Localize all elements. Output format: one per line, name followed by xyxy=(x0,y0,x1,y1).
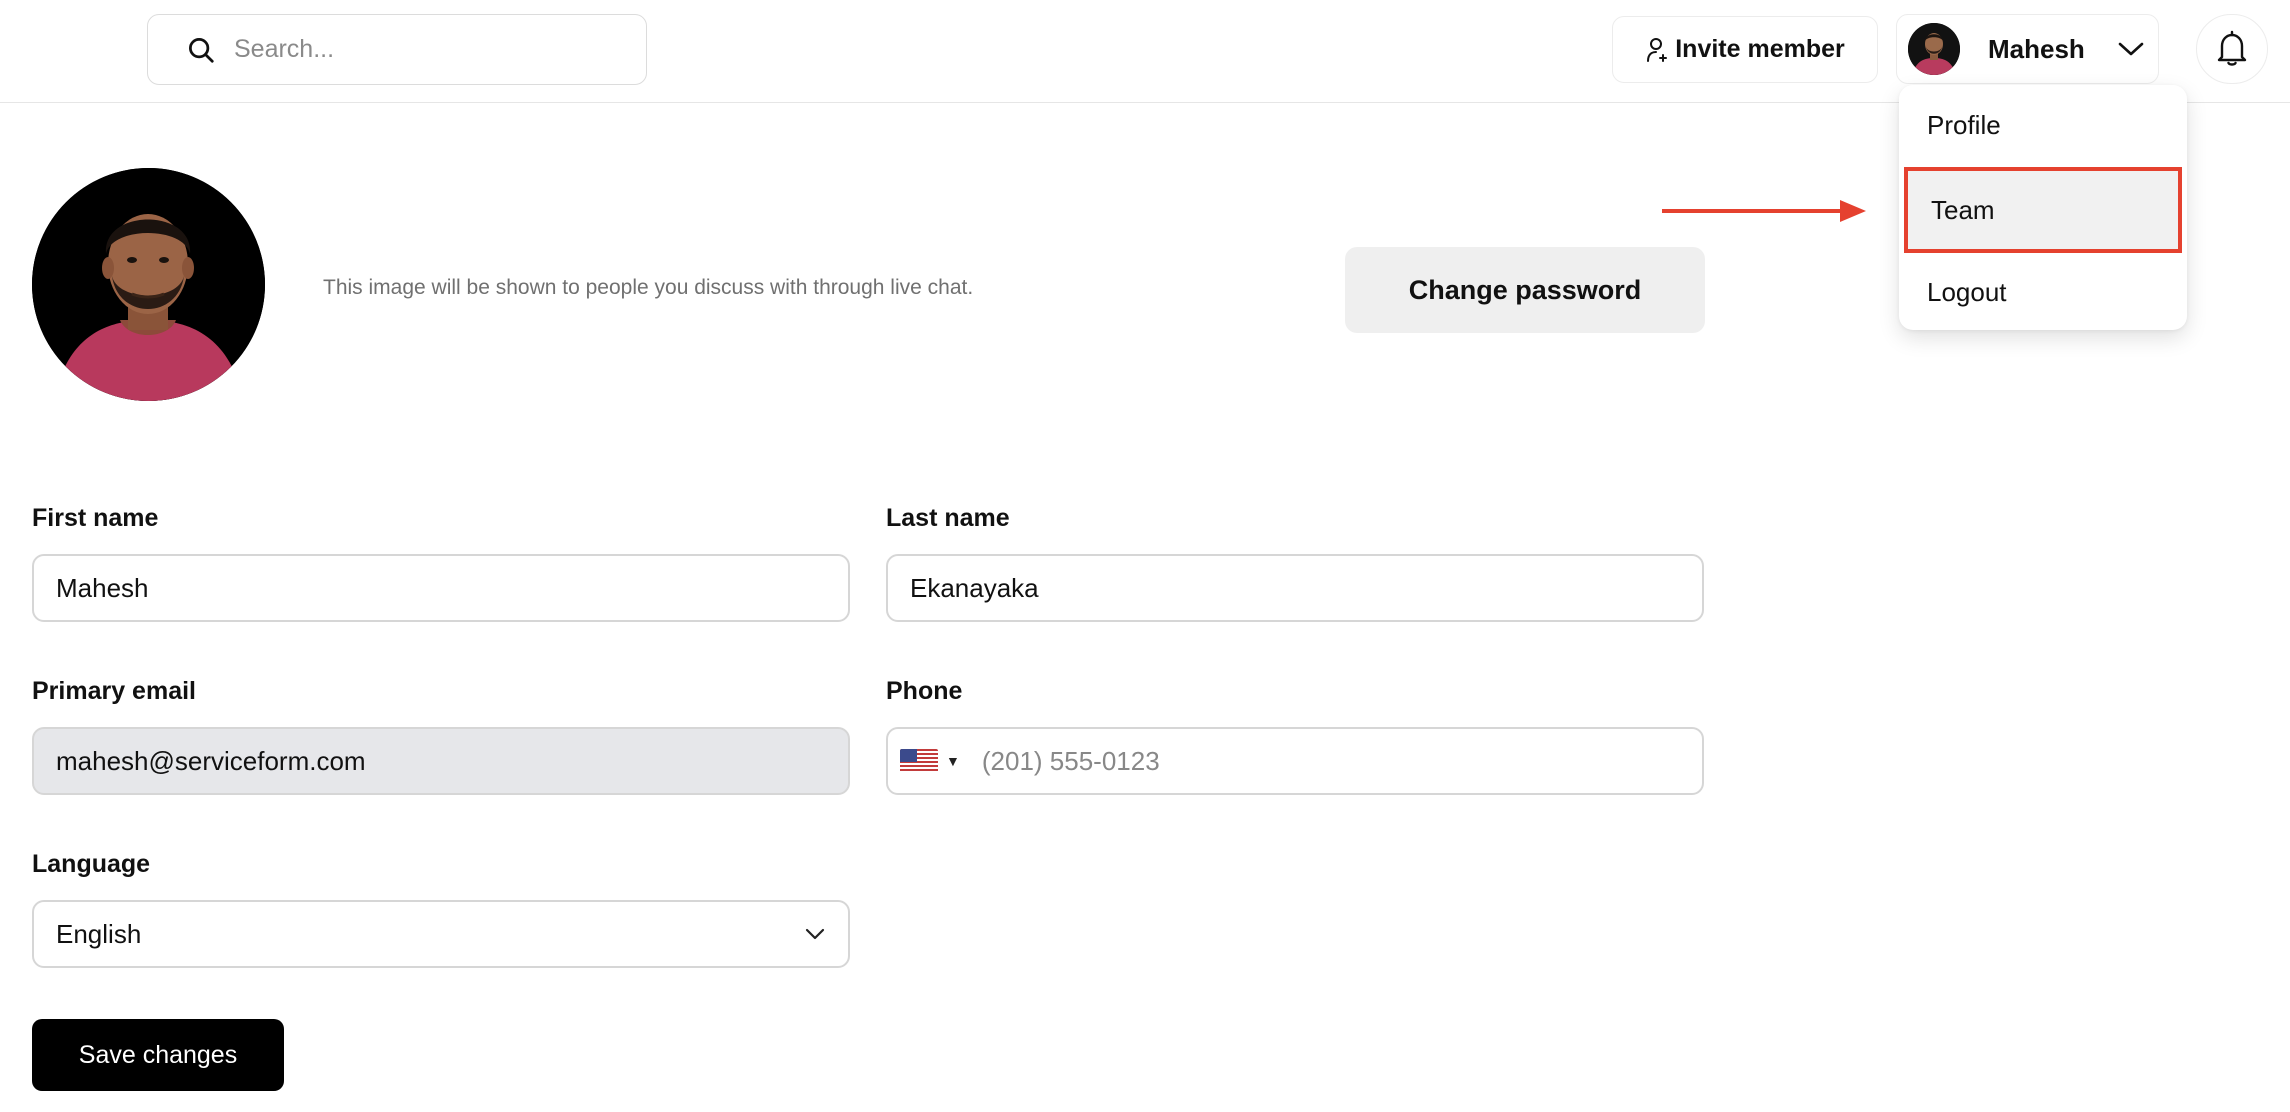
language-select[interactable]: English xyxy=(32,900,850,968)
user-name: Mahesh xyxy=(1988,33,2085,64)
search-icon xyxy=(189,37,214,63)
invite-member-label: Invite member xyxy=(1675,35,1845,63)
menu-item-profile[interactable]: Profile xyxy=(1899,85,2187,165)
language-label: Language xyxy=(32,850,151,878)
user-plus-icon xyxy=(1647,37,1668,62)
bell-icon xyxy=(2217,30,2247,66)
us-flag-icon[interactable] xyxy=(900,749,938,773)
chevron-down-icon xyxy=(2118,42,2144,56)
avatar-hint-text: This image will be shown to people you d… xyxy=(323,276,974,299)
menu-item-label: Logout xyxy=(1927,276,2007,307)
phone-input[interactable] xyxy=(981,745,1702,777)
menu-item-logout[interactable]: Logout xyxy=(1899,252,2187,332)
phone-label: Phone xyxy=(886,677,963,705)
menu-item-team[interactable]: Team xyxy=(1904,167,2182,253)
profile-avatar[interactable] xyxy=(32,168,265,401)
search-box[interactable] xyxy=(147,14,647,85)
first-name-label: First name xyxy=(32,504,159,532)
annotation-arrow xyxy=(1662,200,1866,222)
last-name-label: Last name xyxy=(886,504,1010,532)
user-menu-button[interactable]: Mahesh xyxy=(1896,14,2159,84)
first-name-field[interactable] xyxy=(32,554,850,622)
notifications-button[interactable] xyxy=(2196,14,2268,84)
avatar xyxy=(1908,23,1960,75)
change-password-button[interactable]: Change password xyxy=(1345,247,1705,333)
menu-item-label: Profile xyxy=(1927,109,2001,140)
caret-down-icon[interactable]: ▼ xyxy=(946,753,960,769)
last-name-field[interactable] xyxy=(886,554,1704,622)
chevron-down-icon xyxy=(805,928,825,940)
first-name-input[interactable] xyxy=(56,572,848,604)
menu-item-label: Team xyxy=(1931,194,1995,225)
save-changes-button[interactable]: Save changes xyxy=(32,1019,284,1091)
email-input xyxy=(56,745,848,777)
last-name-input[interactable] xyxy=(910,572,1702,604)
invite-member-button[interactable]: Invite member xyxy=(1612,16,1878,83)
language-value: English xyxy=(56,918,142,949)
email-field xyxy=(32,727,850,795)
user-dropdown-menu: Profile Team Logout xyxy=(1899,85,2187,330)
email-label: Primary email xyxy=(32,677,196,705)
search-input[interactable] xyxy=(234,35,614,64)
phone-field[interactable]: ▼ xyxy=(886,727,1704,795)
